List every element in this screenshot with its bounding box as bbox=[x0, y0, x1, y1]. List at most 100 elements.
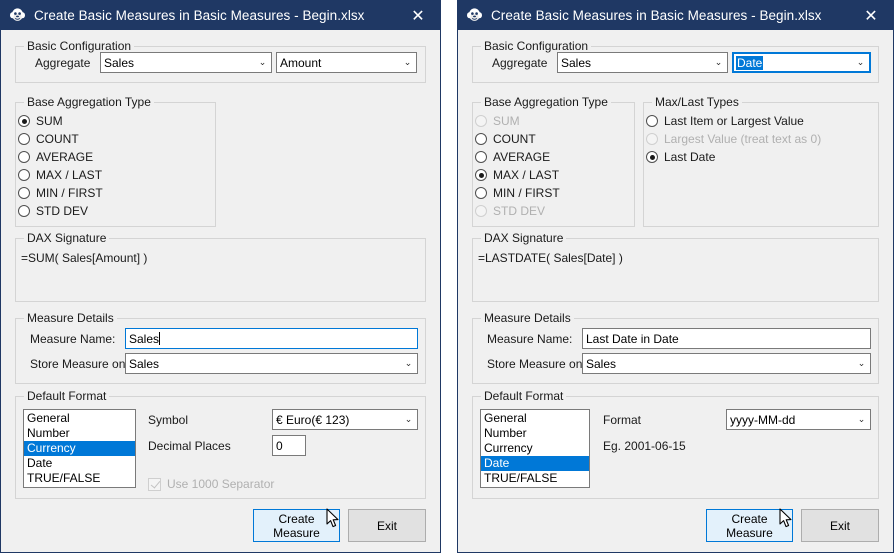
right-aggregate-label: Aggregate bbox=[492, 56, 548, 70]
right-format-listbox[interactable]: General Number Currency Date TRUE/FALSE bbox=[480, 409, 590, 488]
right-radio-last-item-label: Last Item or Largest Value bbox=[664, 114, 804, 128]
left-basic-configuration-legend: Basic Configuration bbox=[24, 39, 135, 53]
left-measure-details-legend: Measure Details bbox=[24, 311, 117, 325]
right-dax-signature-text: =LASTDATE( Sales[Date] ) bbox=[478, 251, 623, 265]
list-item[interactable]: Number bbox=[24, 426, 135, 441]
left-radio-std-dev[interactable]: STD DEV bbox=[18, 204, 88, 218]
left-radio-min-first[interactable]: MIN / FIRST bbox=[18, 186, 103, 200]
right-create-measure-button[interactable]: Create Measure bbox=[706, 509, 793, 542]
left-radio-count[interactable]: COUNT bbox=[18, 132, 79, 146]
left-exit-label: Exit bbox=[376, 518, 397, 533]
right-format-example: Eg. 2001-06-15 bbox=[603, 439, 686, 453]
right-format-combo[interactable]: yyyy-MM-dd ⌄ bbox=[726, 409, 871, 430]
list-item[interactable]: General bbox=[24, 411, 135, 426]
list-item[interactable]: Currency bbox=[481, 441, 589, 456]
radio-dot-icon bbox=[646, 133, 658, 145]
left-create-measure-button[interactable]: Create Measure bbox=[253, 509, 340, 542]
left-symbol-label: Symbol bbox=[148, 413, 189, 427]
right-measure-details-legend: Measure Details bbox=[481, 311, 574, 325]
radio-dot-icon bbox=[18, 169, 30, 181]
left-radio-max-last[interactable]: MAX / LAST bbox=[18, 168, 102, 182]
right-radio-largest-value[interactable]: Largest Value (treat text as 0) bbox=[646, 132, 821, 146]
right-radio-largest-value-label: Largest Value (treat text as 0) bbox=[664, 132, 822, 146]
left-radio-average[interactable]: AVERAGE bbox=[18, 150, 93, 164]
left-store-measure-combo[interactable]: Sales ⌄ bbox=[125, 353, 418, 374]
right-exit-label: Exit bbox=[829, 518, 850, 533]
checkbox-check-icon bbox=[148, 477, 161, 491]
screen: Create Basic Measures in Basic Measures … bbox=[0, 0, 894, 553]
right-radio-std-dev[interactable]: STD DEV bbox=[475, 204, 545, 218]
left-dax-signature-legend: DAX Signature bbox=[24, 231, 110, 245]
right-dax-signature-legend: DAX Signature bbox=[481, 231, 567, 245]
left-radio-sum-label: SUM bbox=[36, 114, 63, 128]
chevron-down-icon: ⌄ bbox=[857, 358, 866, 368]
left-exit-button[interactable]: Exit bbox=[348, 509, 426, 542]
chevron-down-icon: ⌄ bbox=[856, 57, 865, 67]
right-aggregate-column-combo[interactable]: Date ⌄ bbox=[732, 52, 871, 73]
left-titlebar: Create Basic Measures in Basic Measures … bbox=[1, 1, 440, 30]
left-aggregate-table-value: Sales bbox=[104, 55, 135, 70]
right-measure-name-label: Measure Name: bbox=[487, 332, 573, 346]
chevron-down-icon: ⌄ bbox=[404, 358, 413, 368]
left-radio-sum[interactable]: SUM bbox=[18, 114, 63, 128]
radio-dot-icon bbox=[475, 115, 487, 127]
right-radio-sum[interactable]: SUM bbox=[475, 114, 520, 128]
list-item[interactable]: TRUE/FALSE bbox=[481, 471, 589, 486]
right-format-value: yyyy-MM-dd bbox=[730, 412, 796, 427]
right-measure-name-value: Last Date in Date bbox=[586, 331, 679, 346]
left-create-measure-line1: Create bbox=[278, 511, 315, 526]
right-store-measure-value: Sales bbox=[586, 356, 617, 371]
radio-dot-icon bbox=[18, 115, 30, 127]
right-store-measure-combo[interactable]: Sales ⌄ bbox=[582, 353, 871, 374]
right-radio-count[interactable]: COUNT bbox=[475, 132, 536, 146]
left-decimal-places-input[interactable]: 0 bbox=[272, 435, 306, 456]
left-use-1000-separator-checkbox[interactable]: Use 1000 Separator bbox=[148, 477, 274, 491]
right-radio-std-dev-label: STD DEV bbox=[493, 204, 546, 218]
left-radio-max-last-label: MAX / LAST bbox=[36, 168, 103, 182]
right-radio-last-item-or-largest[interactable]: Last Item or Largest Value bbox=[646, 114, 804, 128]
list-item[interactable]: Currency bbox=[24, 441, 135, 456]
list-item[interactable]: Date bbox=[481, 456, 589, 471]
radio-dot-icon bbox=[475, 151, 487, 163]
radio-dot-icon bbox=[475, 205, 487, 217]
chevron-down-icon: ⌄ bbox=[258, 57, 267, 67]
left-dax-signature-text: =SUM( Sales[Amount] ) bbox=[21, 251, 148, 265]
chevron-down-icon: ⌄ bbox=[404, 414, 413, 424]
chevron-down-icon: ⌄ bbox=[403, 57, 412, 67]
right-close-button[interactable]: ✕ bbox=[849, 1, 893, 30]
left-close-button[interactable]: ✕ bbox=[396, 1, 440, 30]
left-aggregate-column-value: Amount bbox=[280, 55, 322, 70]
list-item[interactable]: General bbox=[481, 411, 589, 426]
radio-dot-icon bbox=[646, 115, 658, 127]
left-aggregate-table-combo[interactable]: Sales ⌄ bbox=[100, 52, 272, 73]
left-symbol-combo[interactable]: € Euro(€ 123) ⌄ bbox=[272, 409, 418, 430]
left-radio-count-label: COUNT bbox=[36, 132, 79, 146]
right-radio-min-first-label: MIN / FIRST bbox=[493, 186, 560, 200]
right-radio-max-last-label: MAX / LAST bbox=[493, 168, 560, 182]
right-measure-name-input[interactable]: Last Date in Date bbox=[582, 328, 871, 349]
right-dialog-window: Create Basic Measures in Basic Measures … bbox=[457, 0, 894, 553]
right-basic-configuration-legend: Basic Configuration bbox=[481, 39, 592, 53]
right-aggregate-table-combo[interactable]: Sales ⌄ bbox=[557, 52, 728, 73]
right-client-area: Basic Configuration Aggregate Sales ⌄ Da… bbox=[458, 30, 893, 552]
list-item[interactable]: Number bbox=[481, 426, 589, 441]
chevron-down-icon: ⌄ bbox=[857, 414, 866, 424]
radio-dot-icon bbox=[18, 187, 30, 199]
right-radio-max-last[interactable]: MAX / LAST bbox=[475, 168, 559, 182]
monkey-app-icon bbox=[9, 7, 26, 24]
left-format-listbox[interactable]: General Number Currency Date TRUE/FALSE bbox=[23, 409, 136, 488]
radio-dot-icon bbox=[18, 205, 30, 217]
right-radio-last-date[interactable]: Last Date bbox=[646, 150, 715, 164]
radio-dot-icon bbox=[475, 187, 487, 199]
list-item[interactable]: TRUE/FALSE bbox=[24, 471, 135, 486]
left-measure-name-input[interactable]: Sales bbox=[125, 328, 418, 349]
right-radio-average[interactable]: AVERAGE bbox=[475, 150, 550, 164]
left-dialog-window: Create Basic Measures in Basic Measures … bbox=[0, 0, 441, 553]
radio-dot-icon bbox=[18, 151, 30, 163]
right-dax-signature-group: DAX Signature bbox=[472, 231, 879, 302]
list-item[interactable]: Date bbox=[24, 456, 135, 471]
right-window-title: Create Basic Measures in Basic Measures … bbox=[491, 8, 822, 23]
right-radio-min-first[interactable]: MIN / FIRST bbox=[475, 186, 560, 200]
right-exit-button[interactable]: Exit bbox=[801, 509, 879, 542]
left-aggregate-column-combo[interactable]: Amount ⌄ bbox=[276, 52, 417, 73]
